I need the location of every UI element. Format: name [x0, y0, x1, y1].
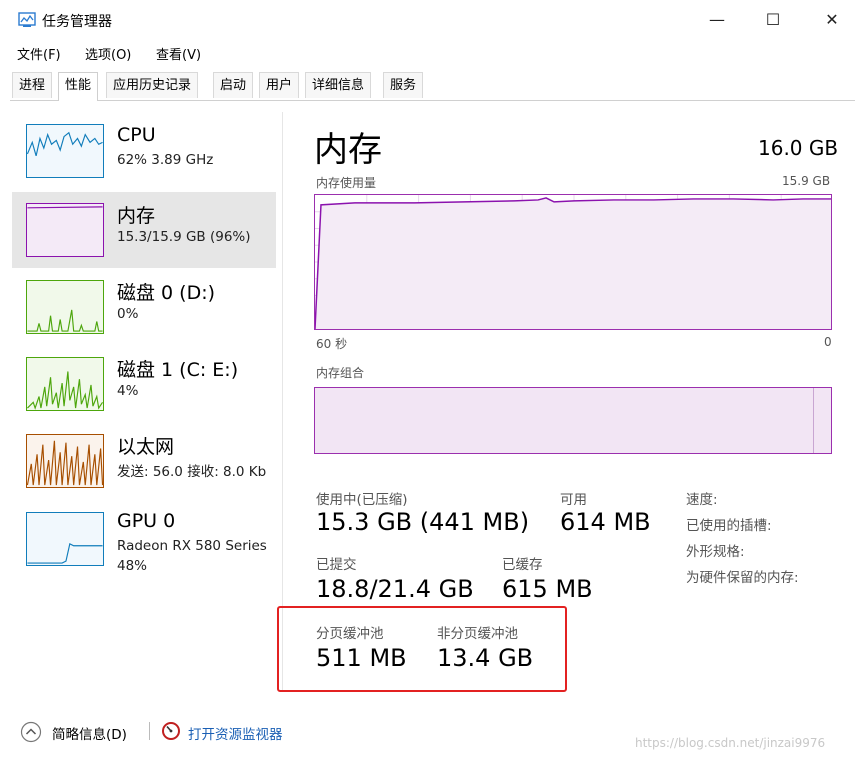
- tab-startup[interactable]: 启动: [213, 72, 254, 98]
- open-resource-monitor-link[interactable]: 打开资源监视器: [188, 723, 283, 743]
- disk1-title[interactable]: 磁盘 1 (C: E:): [117, 355, 238, 382]
- usage-max: 15.9 GB: [782, 174, 831, 188]
- title-bar[interactable]: [0, 0, 865, 40]
- memory-composition-bar: [314, 387, 832, 454]
- hardware-reserved-label: 为硬件保留的内存:: [686, 570, 799, 586]
- axis-left-label: 60 秒: [316, 337, 348, 351]
- disk0-detail: 0%: [117, 306, 139, 322]
- tab-details[interactable]: 详细信息: [305, 72, 372, 98]
- menu-view[interactable]: 查看(V): [156, 44, 201, 63]
- committed-label: 已提交: [316, 557, 357, 573]
- maximize-button[interactable]: ☐: [756, 6, 790, 34]
- cached-value: 615 MB: [502, 575, 593, 603]
- panel-separator: [282, 112, 283, 692]
- memory-title[interactable]: 内存: [117, 201, 155, 228]
- summary-button[interactable]: 简略信息(D): [52, 723, 127, 743]
- resource-monitor-icon[interactable]: [161, 721, 181, 741]
- gpu-detail: 48%: [117, 558, 148, 574]
- footer-divider: [149, 722, 150, 740]
- composition-divider: [813, 388, 814, 453]
- tab-app-history[interactable]: 应用历史记录: [106, 72, 199, 98]
- tab-performance[interactable]: 性能: [58, 72, 99, 101]
- ethernet-title[interactable]: 以太网: [117, 432, 174, 459]
- chevron-up-icon[interactable]: [20, 721, 42, 743]
- watermark: https://blog.csdn.net/jinzai9976: [635, 736, 826, 750]
- close-button[interactable]: ✕: [815, 6, 849, 34]
- in-use-value: 15.3 GB (441 MB): [316, 508, 530, 536]
- tab-users[interactable]: 用户: [259, 72, 300, 98]
- cpu-thumbnail-graph[interactable]: [26, 124, 104, 178]
- form-factor-label: 外形规格:: [686, 544, 745, 560]
- ethernet-thumbnail-graph[interactable]: [26, 434, 104, 488]
- disk1-thumbnail-graph[interactable]: [26, 357, 104, 411]
- gpu-thumbnail-graph[interactable]: [26, 512, 104, 566]
- page-title: 内存: [314, 130, 382, 170]
- menu-options[interactable]: 选项(O): [85, 44, 131, 63]
- tab-services[interactable]: 服务: [383, 72, 424, 98]
- memory-thumbnail-graph[interactable]: [26, 203, 104, 257]
- slots-label: 已使用的插槽:: [686, 518, 772, 534]
- memory-total: 16.0 GB: [758, 136, 839, 160]
- window-title: 任务管理器: [42, 14, 112, 30]
- composition-label: 内存组合: [316, 366, 365, 380]
- disk0-title[interactable]: 磁盘 0 (D:): [117, 278, 215, 305]
- gpu-model: Radeon RX 580 Series: [117, 538, 267, 554]
- usage-label: 内存使用量: [316, 176, 377, 190]
- gpu-title[interactable]: GPU 0: [117, 510, 175, 532]
- ethernet-detail: 发送: 56.0 接收: 8.0 Kb: [117, 464, 267, 480]
- cpu-detail: 62% 3.89 GHz: [117, 152, 214, 168]
- speed-label: 速度:: [686, 492, 718, 508]
- menu-file[interactable]: 文件(F): [17, 44, 61, 63]
- disk1-detail: 4%: [117, 383, 139, 399]
- memory-usage-graph: [314, 194, 832, 330]
- task-manager-window: 任务管理器 — ☐ ✕ 文件(F) 选项(O) 查看(V) 进程 性能 应用历史…: [0, 0, 865, 761]
- committed-value: 18.8/21.4 GB: [316, 575, 474, 603]
- disk0-thumbnail-graph[interactable]: [26, 280, 104, 334]
- cached-label: 已缓存: [502, 557, 543, 573]
- available-label: 可用: [560, 492, 587, 508]
- minimize-button[interactable]: —: [700, 6, 734, 34]
- cpu-title[interactable]: CPU: [117, 124, 156, 146]
- tab-processes[interactable]: 进程: [12, 72, 53, 98]
- highlight-box: [277, 606, 567, 692]
- available-value: 614 MB: [560, 508, 651, 536]
- task-manager-app-icon: [18, 12, 36, 27]
- memory-detail: 15.3/15.9 GB (96%): [117, 229, 251, 245]
- in-use-label: 使用中(已压缩): [316, 492, 408, 508]
- axis-right-label: 0: [824, 335, 832, 349]
